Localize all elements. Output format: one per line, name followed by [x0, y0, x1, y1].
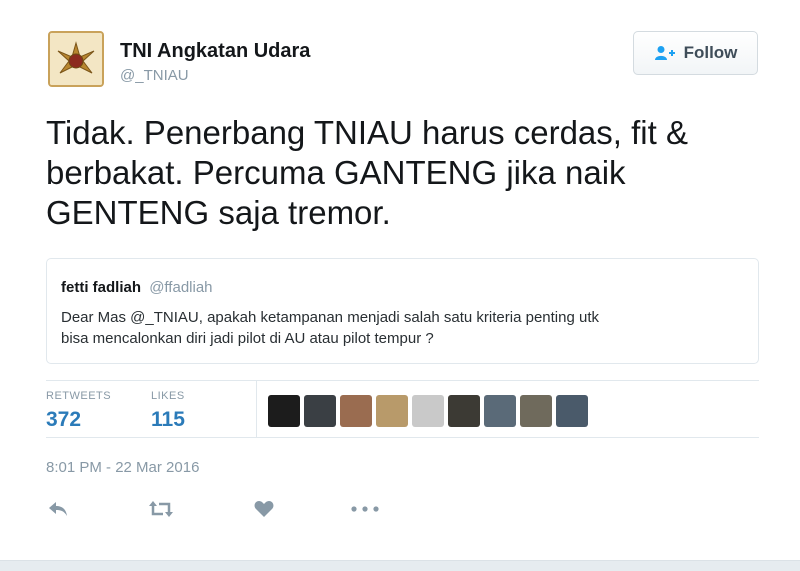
- liker-avatar[interactable]: [520, 395, 552, 427]
- tweet-text-line: berbakat. Percuma GANTENG jika naik: [46, 154, 626, 191]
- retweets-stat[interactable]: RETWEETS 372: [46, 390, 111, 432]
- liker-avatar[interactable]: [304, 395, 336, 427]
- liker-avatar[interactable]: [556, 395, 588, 427]
- quoted-text-line: bisa mencalonkan diri jadi pilot di AU a…: [61, 330, 434, 347]
- likes-count: 115: [151, 408, 185, 431]
- liker-avatar[interactable]: [376, 395, 408, 427]
- likes-label: LIKES: [151, 390, 185, 402]
- divider: [46, 380, 759, 381]
- tweet-text: Tidak. Penerbang TNIAU harus cerdas, fit…: [46, 113, 736, 233]
- like-icon[interactable]: [254, 500, 274, 518]
- likes-stat[interactable]: LIKES 115: [151, 390, 185, 432]
- retweets-label: RETWEETS: [46, 390, 112, 402]
- quoted-text-line: Dear Mas @_TNIAU, apakah ketampanan menj…: [61, 309, 600, 326]
- reply-icon[interactable]: [48, 500, 68, 518]
- retweet-icon[interactable]: [149, 500, 173, 518]
- follow-button[interactable]: Follow: [633, 31, 758, 75]
- quoted-name: fetti fadliah: [61, 279, 142, 296]
- retweets-count: 372: [46, 408, 82, 431]
- stats-separator: [256, 380, 257, 437]
- quoted-author: fetti fadliah @ffadliah: [61, 279, 213, 296]
- tweet-text-line: Tidak. Penerbang TNIAU harus cerdas, fit…: [46, 114, 688, 151]
- more-icon[interactable]: [351, 506, 379, 512]
- quoted-tweet[interactable]: fetti fadliah @ffadliah Dear Mas @_TNIAU…: [46, 258, 759, 364]
- follow-user-icon: [654, 45, 676, 61]
- timestamp[interactable]: 8:01 PM - 22 Mar 2016: [46, 459, 199, 476]
- footer-band: [0, 560, 800, 571]
- quoted-handle: @ffadliah: [149, 279, 213, 296]
- liker-avatars: [268, 395, 588, 427]
- tweet-text-line: GENTENG saja tremor.: [46, 194, 391, 231]
- liker-avatar[interactable]: [268, 395, 300, 427]
- liker-avatar[interactable]: [484, 395, 516, 427]
- follow-label: Follow: [683, 43, 738, 62]
- avatar[interactable]: [48, 31, 104, 87]
- user-handle[interactable]: @_TNIAU: [120, 67, 189, 84]
- display-name[interactable]: TNI Angkatan Udara: [120, 40, 310, 63]
- quoted-text: Dear Mas @_TNIAU, apakah ketampanan menj…: [61, 307, 741, 349]
- liker-avatar[interactable]: [340, 395, 372, 427]
- liker-avatar[interactable]: [448, 395, 480, 427]
- liker-avatar[interactable]: [412, 395, 444, 427]
- divider: [46, 437, 759, 438]
